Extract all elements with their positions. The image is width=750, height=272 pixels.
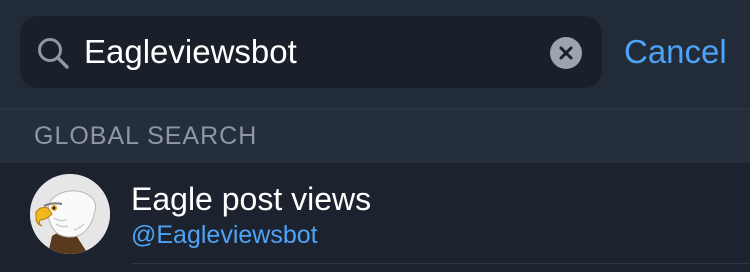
- result-name: Eagle post views: [131, 181, 372, 217]
- search-screen: Eagleviewsbot Cancel GLOBAL SEARCH Eagle…: [0, 0, 750, 272]
- clear-icon[interactable]: [550, 37, 582, 69]
- avatar: [30, 174, 110, 254]
- search-result-row[interactable]: Eagle post views @Eagleviewsbot: [0, 163, 750, 272]
- search-header: Eagleviewsbot Cancel: [0, 0, 750, 109]
- section-title: GLOBAL SEARCH: [34, 122, 258, 150]
- search-input[interactable]: Eagleviewsbot: [20, 16, 602, 88]
- cancel-button[interactable]: Cancel: [624, 16, 727, 88]
- global-search-section-header: GLOBAL SEARCH: [0, 109, 750, 163]
- search-icon: [36, 36, 70, 70]
- eagle-icon: [30, 174, 110, 254]
- result-username: @Eagleviewsbot: [131, 221, 318, 249]
- row-divider: [131, 263, 750, 264]
- search-query-text[interactable]: Eagleviewsbot: [84, 16, 297, 88]
